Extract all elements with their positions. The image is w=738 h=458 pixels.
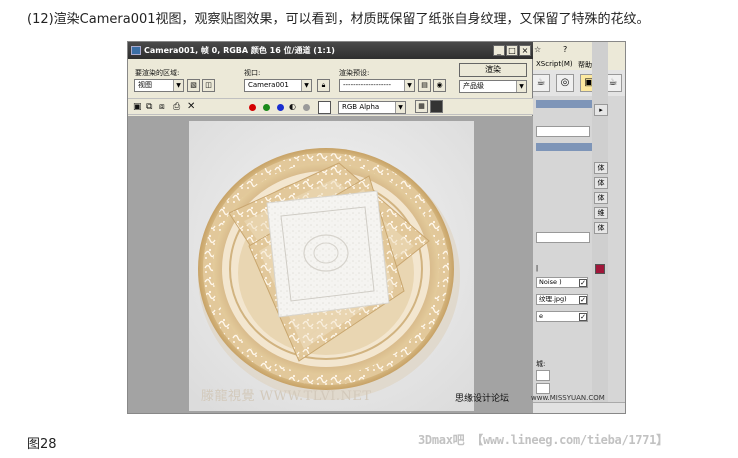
bg-statusbar bbox=[528, 402, 625, 413]
forum-watermark: 思缘设计论坛 bbox=[455, 394, 510, 404]
area-label: 要渲染的区域: bbox=[135, 69, 180, 77]
number-label: 城: bbox=[536, 360, 546, 368]
panel-button[interactable]: ▸ bbox=[594, 104, 608, 116]
mono-toggle[interactable] bbox=[303, 104, 310, 111]
maximize-button[interactable]: □ bbox=[506, 45, 518, 56]
panel-item[interactable]: 体 bbox=[594, 177, 608, 189]
rendered-image: 滕龍視覺 WWW.TLVI.NET bbox=[189, 121, 474, 411]
bg-command-panel: ▸ 体 体 体 维 体 bbox=[592, 42, 608, 413]
copy-image-icon[interactable]: ⧉ bbox=[146, 102, 152, 112]
noise-checkbox[interactable]: ✓ bbox=[579, 279, 587, 287]
help-icon[interactable]: ? bbox=[563, 45, 567, 54]
screenshot-3dsmax: ☆ ? _ XScript(M) 帮助(H) ☕ ◎ ▣ ☕ ǀ Noise )… bbox=[127, 41, 626, 414]
render-setup-icon[interactable]: ◎ bbox=[556, 74, 574, 92]
blue-channel-toggle[interactable] bbox=[277, 104, 284, 111]
save-image-icon[interactable]: ▣ bbox=[133, 102, 142, 112]
clone-window-icon[interactable]: ⧈ bbox=[159, 102, 165, 112]
environment-button[interactable]: ◉ bbox=[433, 79, 446, 92]
lock-button[interactable]: 🔒︎ bbox=[317, 79, 330, 92]
preset-label: 渲染预设: bbox=[339, 69, 370, 77]
bg-menus: XScript(M) 帮助(H) bbox=[528, 58, 625, 70]
panel-item[interactable]: 体 bbox=[594, 222, 608, 234]
chevron-down-icon: ▼ bbox=[516, 81, 526, 92]
chevron-down-icon: ▼ bbox=[404, 80, 414, 91]
swatch-box[interactable] bbox=[318, 101, 331, 114]
forum-url-watermark: www.MISSYUAN.COM bbox=[531, 394, 605, 402]
figure-label: 图28 bbox=[27, 437, 57, 452]
mode-select[interactable]: 产品级 ▼ bbox=[459, 80, 527, 93]
bg-toolbar: ☕ ◎ ▣ ☕ bbox=[528, 70, 625, 96]
channel-select[interactable]: RGB Alpha ▼ bbox=[338, 101, 406, 114]
edit-region-button[interactable]: ▧ bbox=[187, 79, 200, 92]
red-channel-toggle[interactable] bbox=[249, 104, 256, 111]
checkbox[interactable]: ✓ bbox=[579, 313, 587, 321]
chevron-down-icon: ▼ bbox=[395, 102, 405, 113]
print-icon[interactable]: ⎙ bbox=[173, 102, 180, 112]
toggle-ui-button[interactable] bbox=[430, 100, 443, 113]
render-button[interactable]: 渲染 bbox=[459, 63, 527, 77]
color-swatch[interactable] bbox=[595, 264, 605, 274]
article-caption: (12)渲染Camera001视图，观察贴图效果，可以看到，材质既保留了纸张自身… bbox=[27, 12, 650, 27]
render-setup-button[interactable]: ▤ bbox=[418, 79, 431, 92]
render-viewport: 滕龍視覺 WWW.TLVI.NET bbox=[128, 116, 533, 413]
render-frame-window: Camera001, 帧 0, RGBA 颜色 16 位/通道 (1:1) _ … bbox=[128, 42, 533, 413]
viewport-select[interactable]: Camera001 ▼ bbox=[244, 79, 312, 92]
close-button[interactable]: × bbox=[519, 45, 531, 56]
render-toolbar: ▣ ⧉ ⧈ ⎙ ✕ ◐ RGB Alpha ▼ ▦ bbox=[128, 98, 533, 115]
spinner[interactable] bbox=[536, 370, 550, 381]
menu-maxscript[interactable]: XScript(M) bbox=[536, 60, 573, 68]
alpha-toggle-icon[interactable]: ◐ bbox=[289, 102, 296, 111]
viewport-label: 视口: bbox=[244, 69, 261, 77]
clear-icon[interactable]: ✕ bbox=[187, 101, 195, 112]
bg-titlebar: ☆ ? _ bbox=[528, 42, 625, 58]
chevron-down-icon: ▼ bbox=[173, 80, 183, 91]
minimize-button[interactable]: _ bbox=[493, 45, 505, 56]
green-channel-toggle[interactable] bbox=[263, 104, 270, 111]
display-alpha-button[interactable]: ▦ bbox=[415, 100, 428, 113]
image-watermark: 滕龍視覺 WWW.TLVI.NET bbox=[201, 389, 372, 404]
source-watermark: 3Dmax吧 【www.lineeg.com/tieba/1771】 bbox=[418, 433, 668, 447]
panel-item[interactable]: 维 bbox=[594, 207, 608, 219]
map-checkbox[interactable]: ✓ bbox=[579, 296, 587, 304]
panel-item[interactable]: 体 bbox=[594, 192, 608, 204]
app-icon bbox=[131, 46, 141, 55]
bg-field[interactable] bbox=[536, 232, 590, 243]
teapot-icon[interactable]: ☕ bbox=[532, 74, 550, 92]
panel-label: ǀ bbox=[536, 264, 539, 272]
auto-region-button[interactable]: ◫ bbox=[202, 79, 215, 92]
plate-render bbox=[189, 121, 474, 411]
background-app: ☆ ? _ XScript(M) 帮助(H) ☕ ◎ ▣ ☕ ǀ Noise )… bbox=[528, 42, 625, 413]
panel-header bbox=[536, 100, 592, 108]
bg-dropdown[interactable] bbox=[536, 126, 590, 137]
window-title: Camera001, 帧 0, RGBA 颜色 16 位/通道 (1:1) bbox=[128, 42, 533, 59]
preset-select[interactable]: ------------------- ▼ bbox=[339, 79, 415, 92]
spinner[interactable] bbox=[536, 383, 550, 394]
area-select[interactable]: 视图 ▼ bbox=[134, 79, 184, 92]
star-icon[interactable]: ☆ bbox=[534, 45, 541, 54]
panel-header bbox=[536, 143, 592, 151]
chevron-down-icon: ▼ bbox=[301, 80, 311, 91]
panel-item[interactable]: 体 bbox=[594, 162, 608, 174]
